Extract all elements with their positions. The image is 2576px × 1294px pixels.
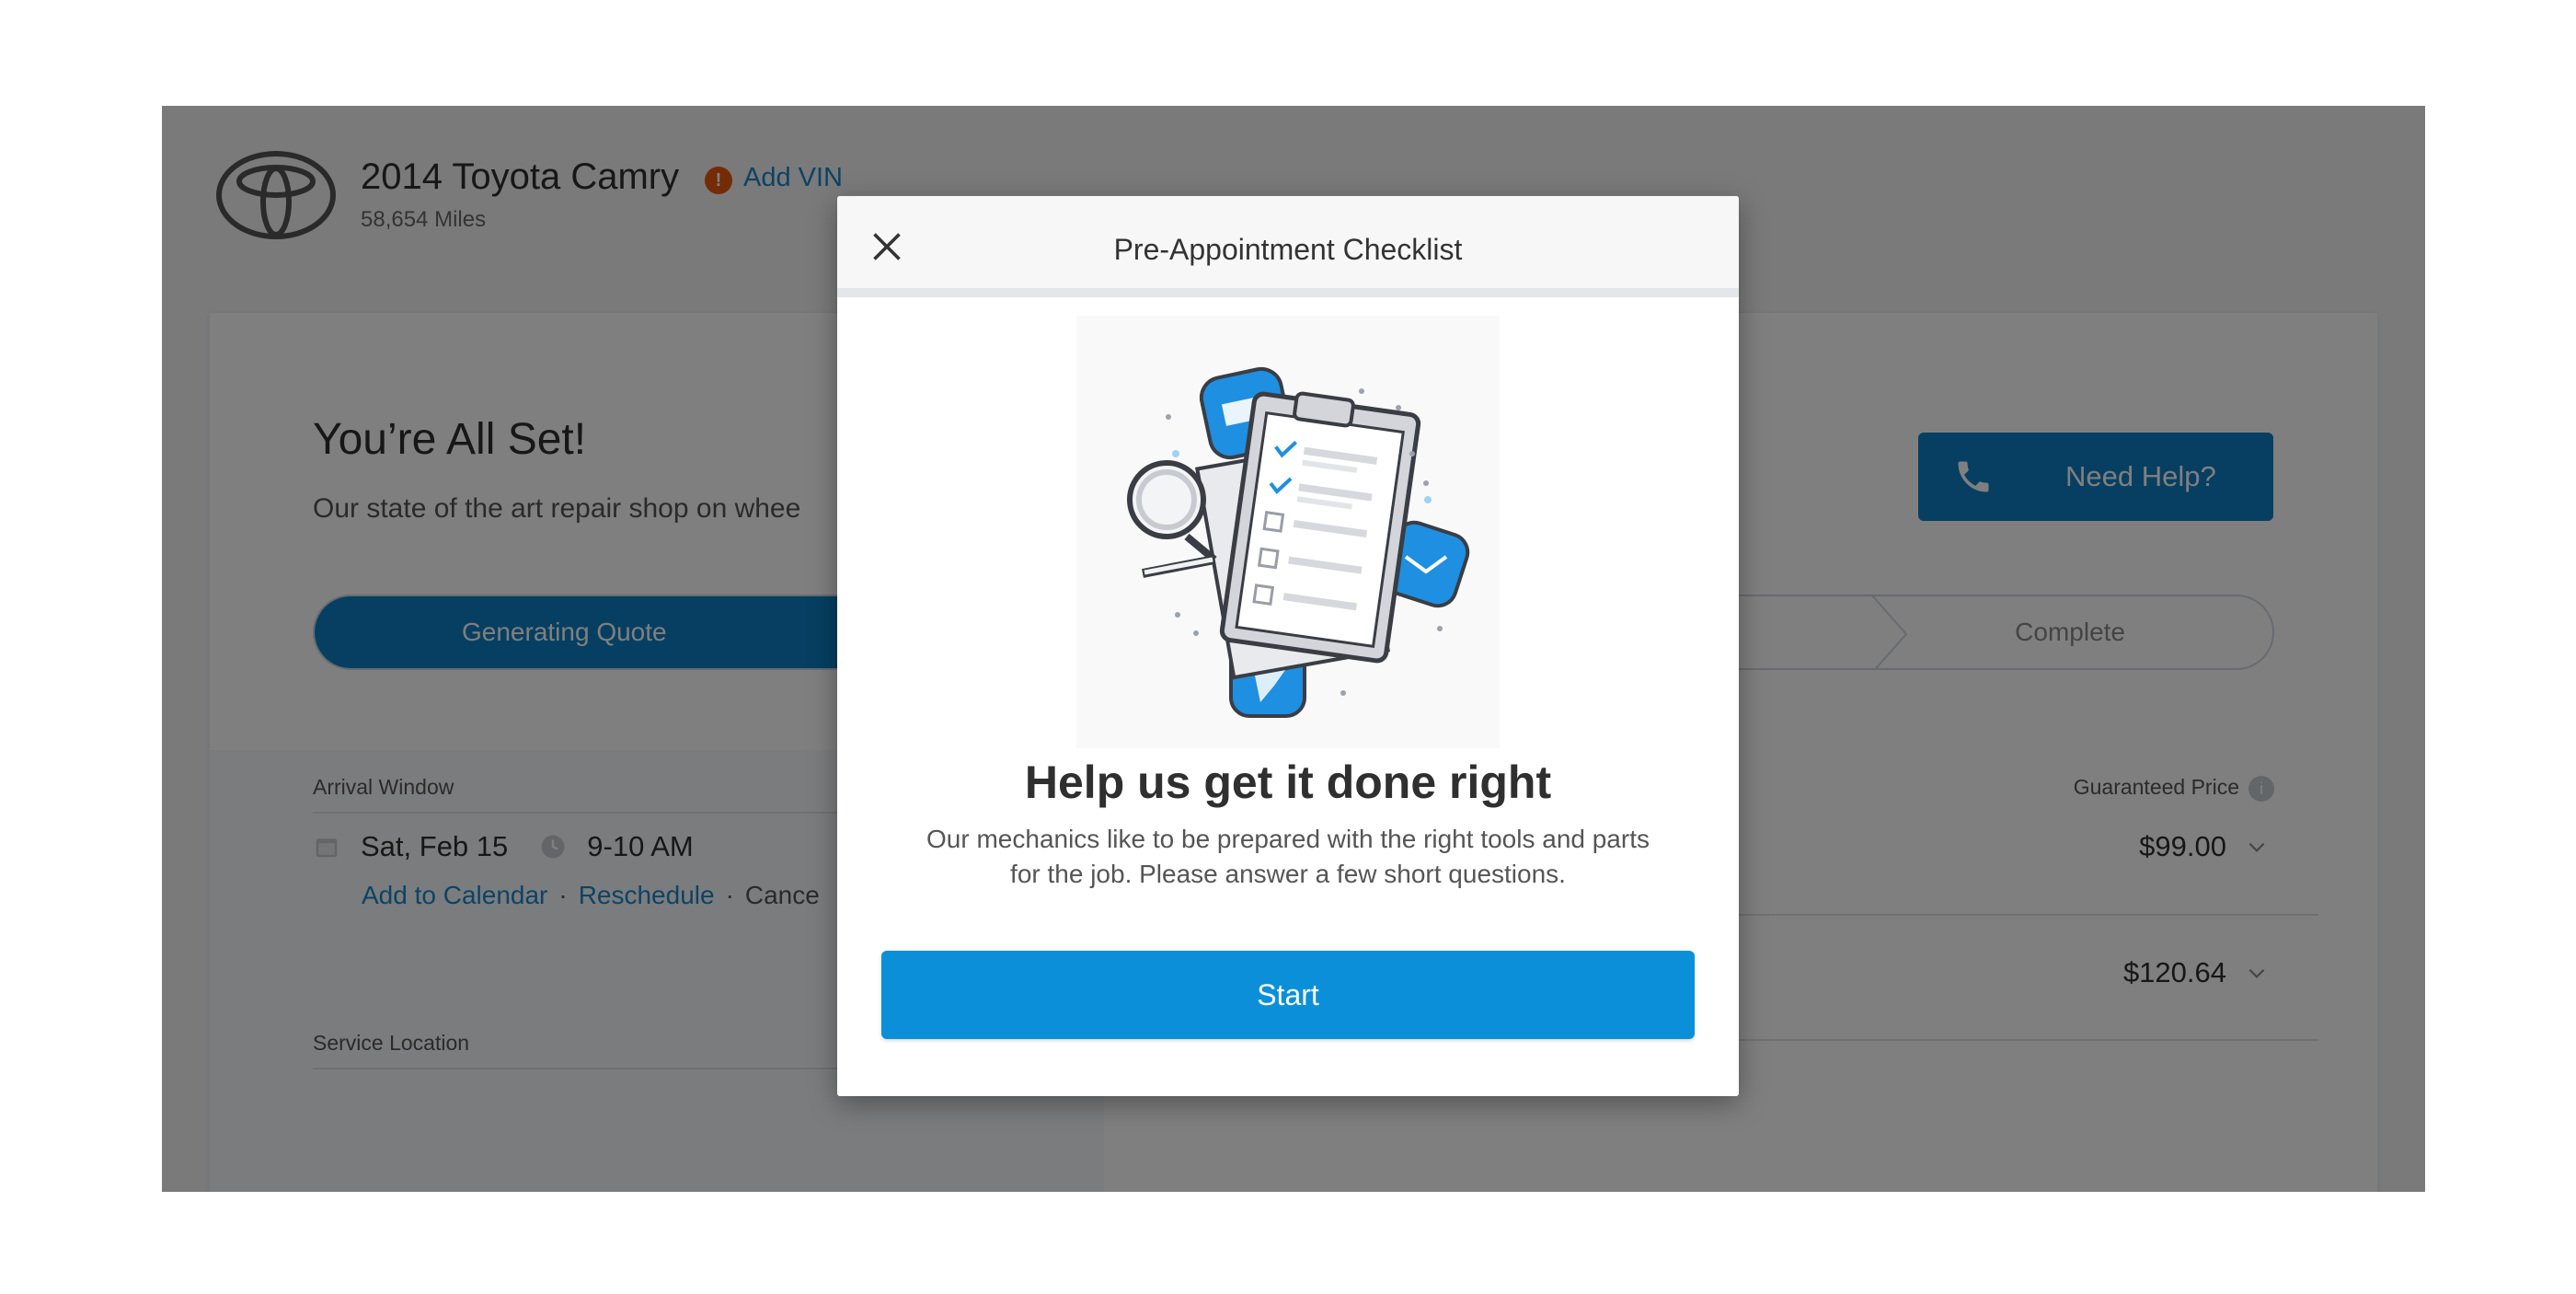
modal-heading: Help us get it done right	[1024, 757, 1552, 808]
modal-title: Pre-Appointment Checklist	[1113, 233, 1463, 266]
checklist-illustration	[1127, 366, 1470, 718]
modal-body-line: Our mechanics like to be prepared with t…	[926, 825, 1650, 853]
pre-appointment-modal: Pre-Appointment Checklist Help us get it…	[837, 196, 1739, 1096]
modal-body: Our mechanics like to be prepared with t…	[874, 822, 1702, 892]
start-button[interactable]: Start	[881, 951, 1695, 1039]
modal-body-line: for the job. Please answer a few short q…	[1010, 860, 1566, 888]
modal-header: Pre-Appointment Checklist	[837, 196, 1739, 297]
